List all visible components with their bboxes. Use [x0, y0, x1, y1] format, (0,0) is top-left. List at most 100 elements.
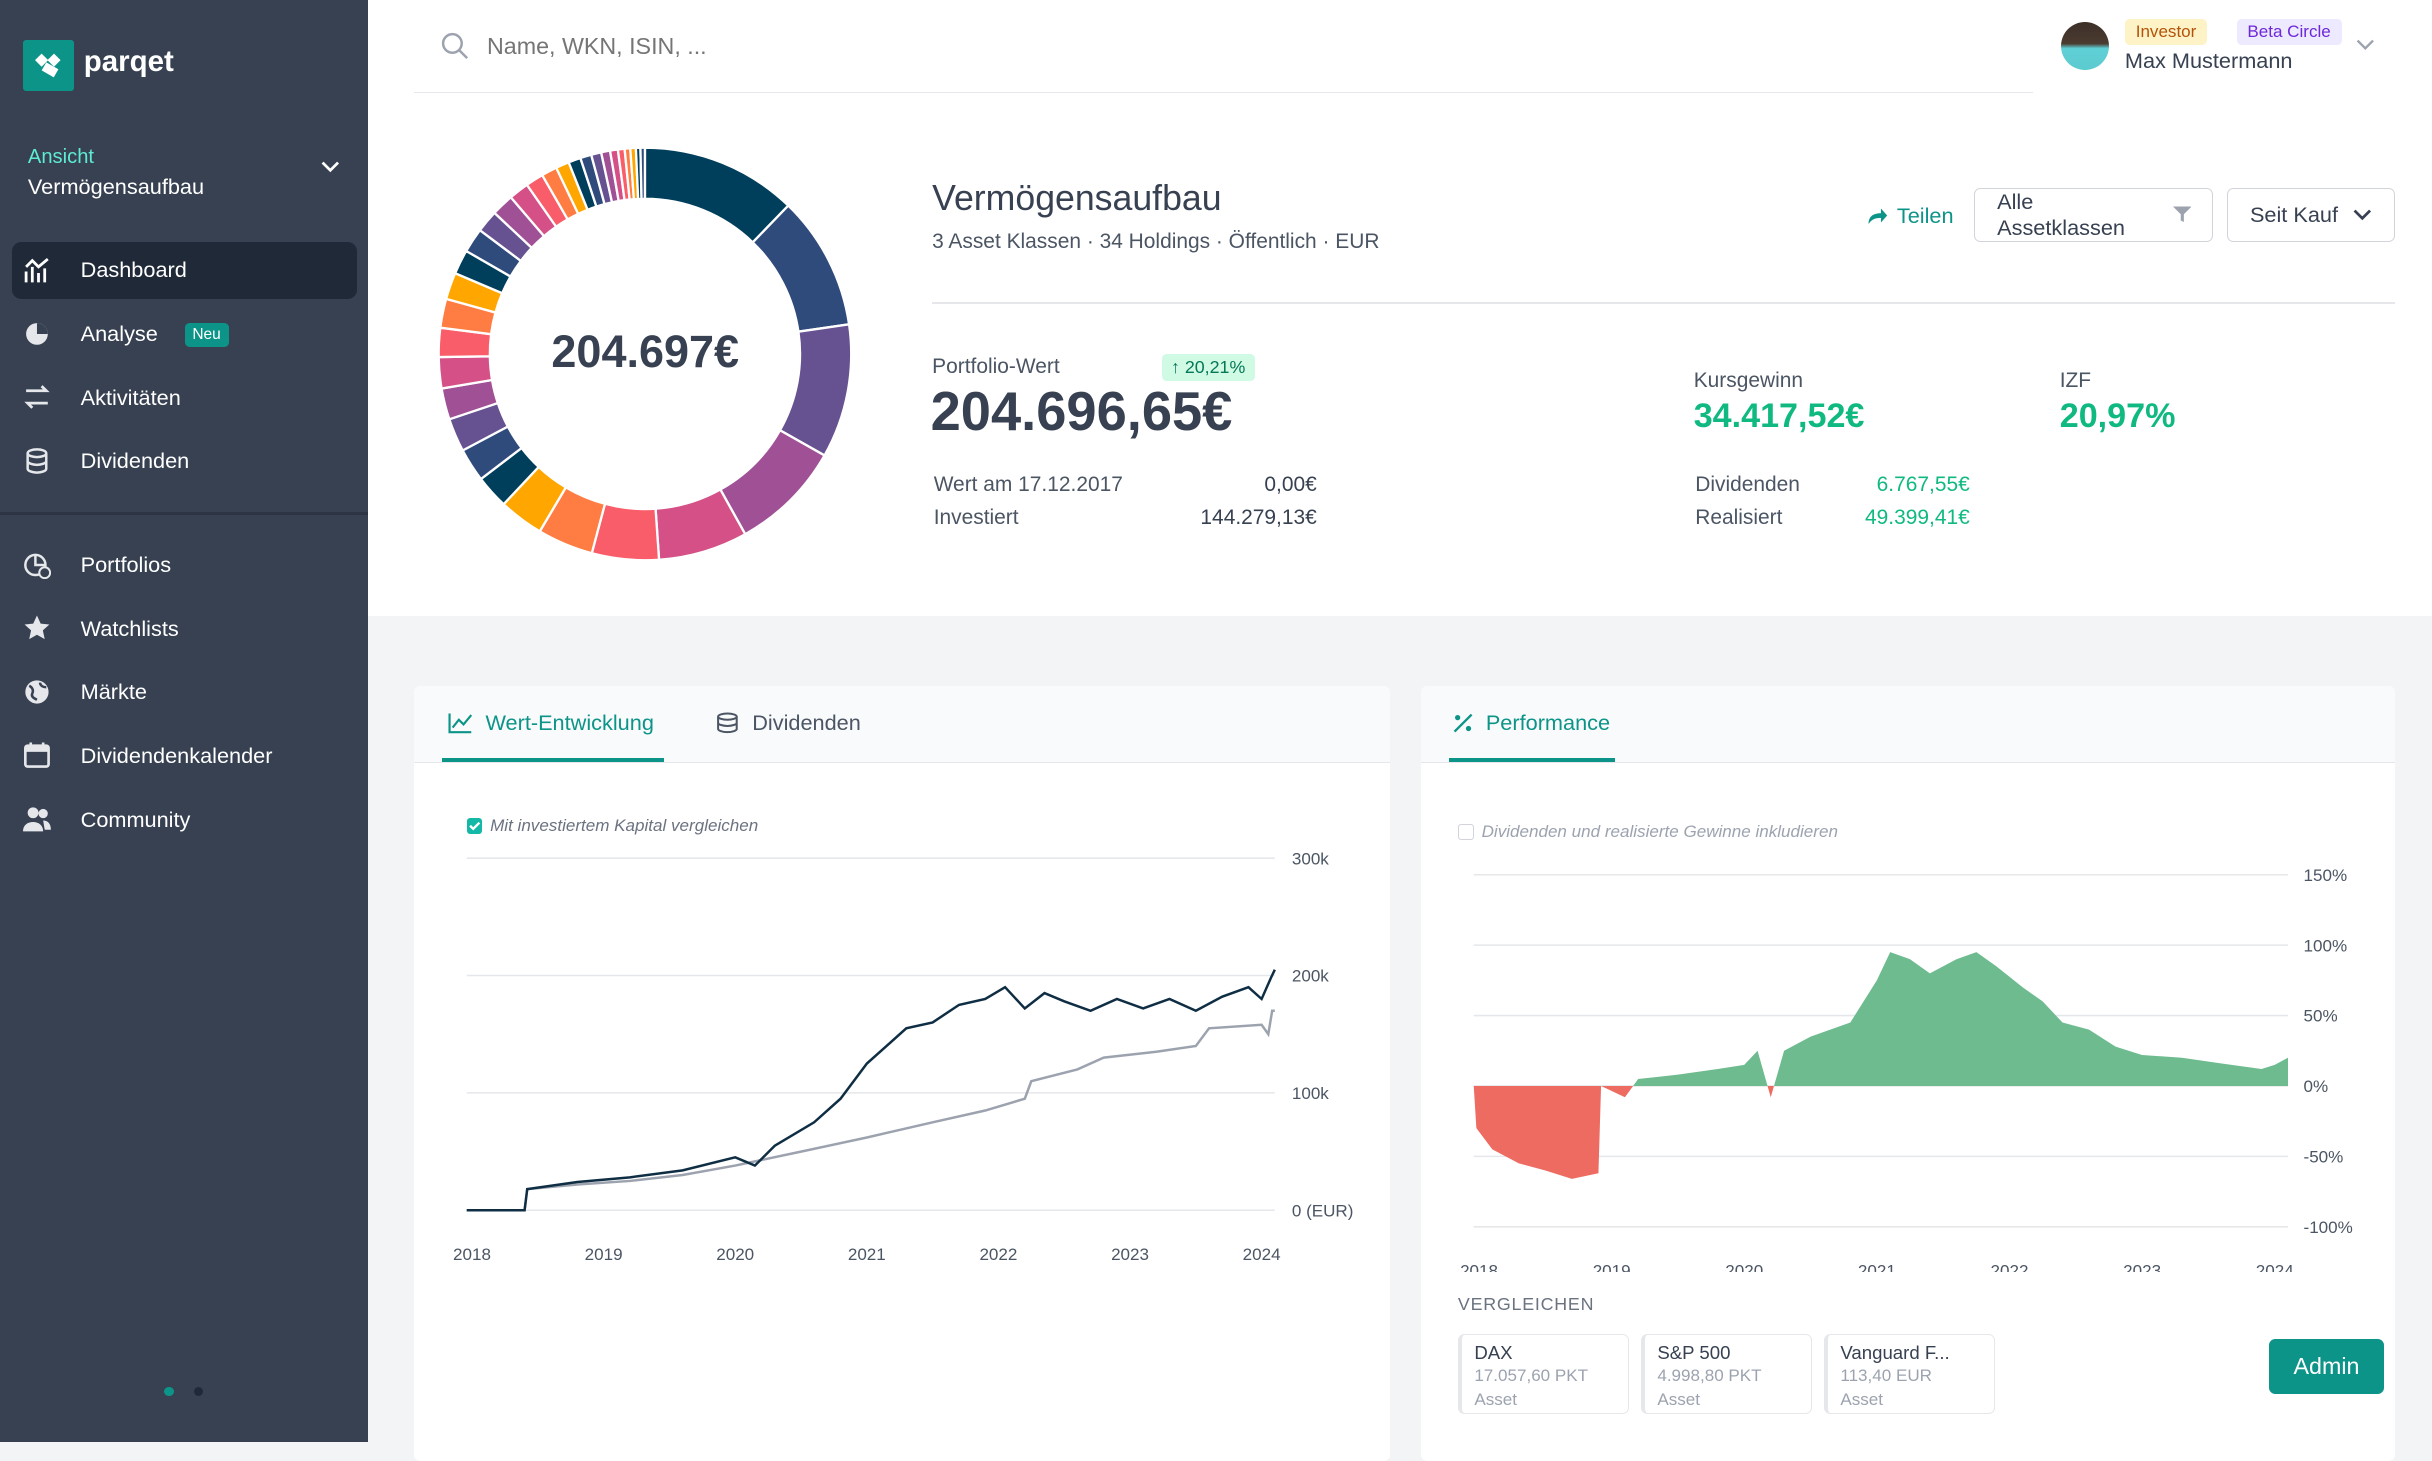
y-tick-label: 100% — [2303, 936, 2347, 955]
sidebar-item-märkte[interactable]: Märkte — [12, 664, 356, 721]
x-tick-label: 2019 — [585, 1244, 623, 1263]
page-title: Vermögensaufbau — [932, 178, 1222, 219]
checkbox-label: Mit investiertem Kapital vergleichen — [490, 815, 759, 835]
share-icon — [1868, 208, 1888, 224]
y-tick-label: 0 (EUR) — [1292, 1201, 1354, 1220]
line-chart-icon — [448, 714, 473, 734]
compare-item[interactable]: S&P 500 4.998,80 PKT Asset — [1640, 1333, 1812, 1415]
y-tick-label: -100% — [2303, 1218, 2352, 1237]
share-label: Teilen — [1896, 203, 1954, 229]
sidebar-item-dividenden[interactable]: Dividenden — [12, 433, 356, 490]
compare-invested-checkbox[interactable]: Mit investiertem Kapital vergleichen — [466, 815, 759, 836]
tab-wert-entwicklung[interactable]: Wert-Entwicklung — [448, 710, 654, 736]
portfolio-icon — [24, 553, 52, 579]
calendar-icon — [24, 742, 51, 769]
user-name[interactable]: Max Mustermann — [2125, 48, 2293, 74]
sidebar-item-dividendenkalender[interactable]: Dividendenkalender — [12, 727, 356, 784]
investor-badge: Investor — [2124, 18, 2208, 45]
sidebar-item-community[interactable]: Community — [12, 791, 356, 848]
tab-performance[interactable]: Performance — [1453, 710, 1610, 736]
checkbox-checked-icon[interactable] — [466, 818, 483, 834]
parqet-logo-icon[interactable] — [23, 40, 75, 92]
start-value: 0,00€ — [1264, 473, 1317, 497]
percent-icon — [1453, 713, 1473, 733]
sidebar-item-label: Watchlists — [80, 615, 179, 641]
sidebar-item-analyse[interactable]: Analyse Neu — [12, 306, 356, 363]
compare-type: Asset — [1657, 1389, 1700, 1409]
globe-icon — [25, 680, 49, 704]
checkbox-label: Dividenden und realisierte Gewinne inklu… — [1481, 822, 1838, 842]
sidebar-item-label: Dividenden — [80, 448, 190, 474]
dividends-value: 6.767,55€ — [1876, 473, 1970, 497]
y-tick-label: 50% — [2303, 1007, 2337, 1026]
izf-value: 20,97% — [2059, 397, 2176, 436]
x-tick-label: 2022 — [980, 1244, 1018, 1263]
donut-segment[interactable] — [639, 146, 647, 200]
x-tick-label: 2021 — [1858, 1261, 1896, 1271]
star-icon — [24, 615, 50, 640]
pie-icon — [26, 322, 49, 345]
tab-label: Wert-Entwicklung — [485, 710, 654, 736]
x-tick-label: 2018 — [1460, 1261, 1498, 1271]
compare-item[interactable]: DAX 17.057,60 PKT Asset — [1457, 1333, 1629, 1415]
sidebar-item-aktivitäten[interactable]: Aktivitäten — [12, 369, 356, 426]
avatar[interactable] — [2061, 21, 2110, 70]
donut-center-value: 204.697€ — [551, 325, 739, 377]
x-tick-label: 2024 — [1243, 1244, 1281, 1263]
portfolio-subtitle: 3 Asset Klassen · 34 Holdings · Öffentli… — [932, 229, 1380, 253]
search-icon — [442, 32, 469, 60]
app-name: parqet — [83, 44, 174, 78]
active-tab-indicator — [442, 758, 664, 762]
sidebar-item-label: Portfolios — [80, 552, 172, 578]
page-dot[interactable] — [164, 1386, 174, 1396]
asset-class-filter[interactable]: Alle Assetklassen — [1974, 187, 2214, 242]
kursgewinn-value: 34.417,52€ — [1693, 397, 1865, 436]
sidebar-item-portfolios[interactable]: Portfolios — [12, 537, 356, 594]
sidebar-item-label: Community — [80, 806, 191, 832]
invested-label: Investiert — [933, 505, 1019, 529]
compare-value: 113,40 EUR — [1840, 1366, 1932, 1386]
include-dividends-checkbox[interactable]: Dividenden und realisierte Gewinne inklu… — [1457, 822, 1838, 842]
x-tick-label: 2022 — [1990, 1261, 2028, 1271]
chart-icon — [24, 257, 49, 283]
sidebar-item-label: Aktivitäten — [80, 384, 181, 410]
y-tick-label: 200k — [1292, 966, 1329, 985]
share-button[interactable]: Teilen — [1867, 203, 1954, 229]
compare-value: 4.998,80 PKT — [1657, 1366, 1762, 1386]
tab-label: Performance — [1485, 710, 1611, 736]
search-input[interactable] — [483, 31, 1421, 62]
series-line — [466, 968, 1277, 1212]
y-tick-label: 300k — [1292, 849, 1329, 868]
sidebar-item-dashboard[interactable]: Dashboard — [12, 241, 357, 300]
realized-value: 49.399,41€ — [1865, 505, 1970, 529]
chevron-down-icon[interactable] — [321, 161, 340, 173]
x-tick-label: 2021 — [848, 1244, 886, 1263]
page-dot[interactable] — [193, 1386, 204, 1396]
new-badge: Neu — [184, 322, 229, 347]
coins-icon — [26, 447, 48, 474]
view-selector[interactable]: Vermögensaufbau — [28, 174, 204, 200]
compare-value: 17.057,60 PKT — [1474, 1366, 1589, 1386]
sidebar-item-label: Dashboard — [80, 257, 187, 283]
x-tick-label: 2024 — [2255, 1261, 2293, 1271]
sidebar-item-watchlists[interactable]: Watchlists — [12, 600, 356, 657]
chevron-down-icon[interactable] — [2356, 39, 2375, 51]
compare-name: S&P 500 — [1657, 1342, 1731, 1364]
arrows-icon — [24, 385, 50, 409]
coins-icon — [717, 713, 738, 734]
tab-label: Dividenden — [752, 710, 861, 736]
compare-item[interactable]: Vanguard F... 113,40 EUR Asset — [1823, 1333, 1995, 1415]
period-select[interactable]: Seit Kauf — [2227, 187, 2395, 242]
portfolio-value: 204.696,65€ — [930, 380, 1233, 442]
sidebar-divider — [0, 511, 368, 515]
filter-label: Alle Assetklassen — [1997, 188, 2125, 240]
y-tick-label: 100k — [1292, 1084, 1329, 1103]
x-tick-label: 2018 — [453, 1244, 491, 1263]
compare-type: Asset — [1840, 1389, 1883, 1409]
tab-dividenden[interactable]: Dividenden — [715, 710, 861, 736]
users-icon — [23, 807, 52, 832]
admin-button[interactable]: Admin — [2269, 1338, 2384, 1395]
checkbox-unchecked-icon[interactable] — [1457, 824, 1474, 840]
sidebar-item-label: Dividendenkalender — [80, 742, 273, 768]
izf-label: IZF — [2059, 369, 2092, 393]
